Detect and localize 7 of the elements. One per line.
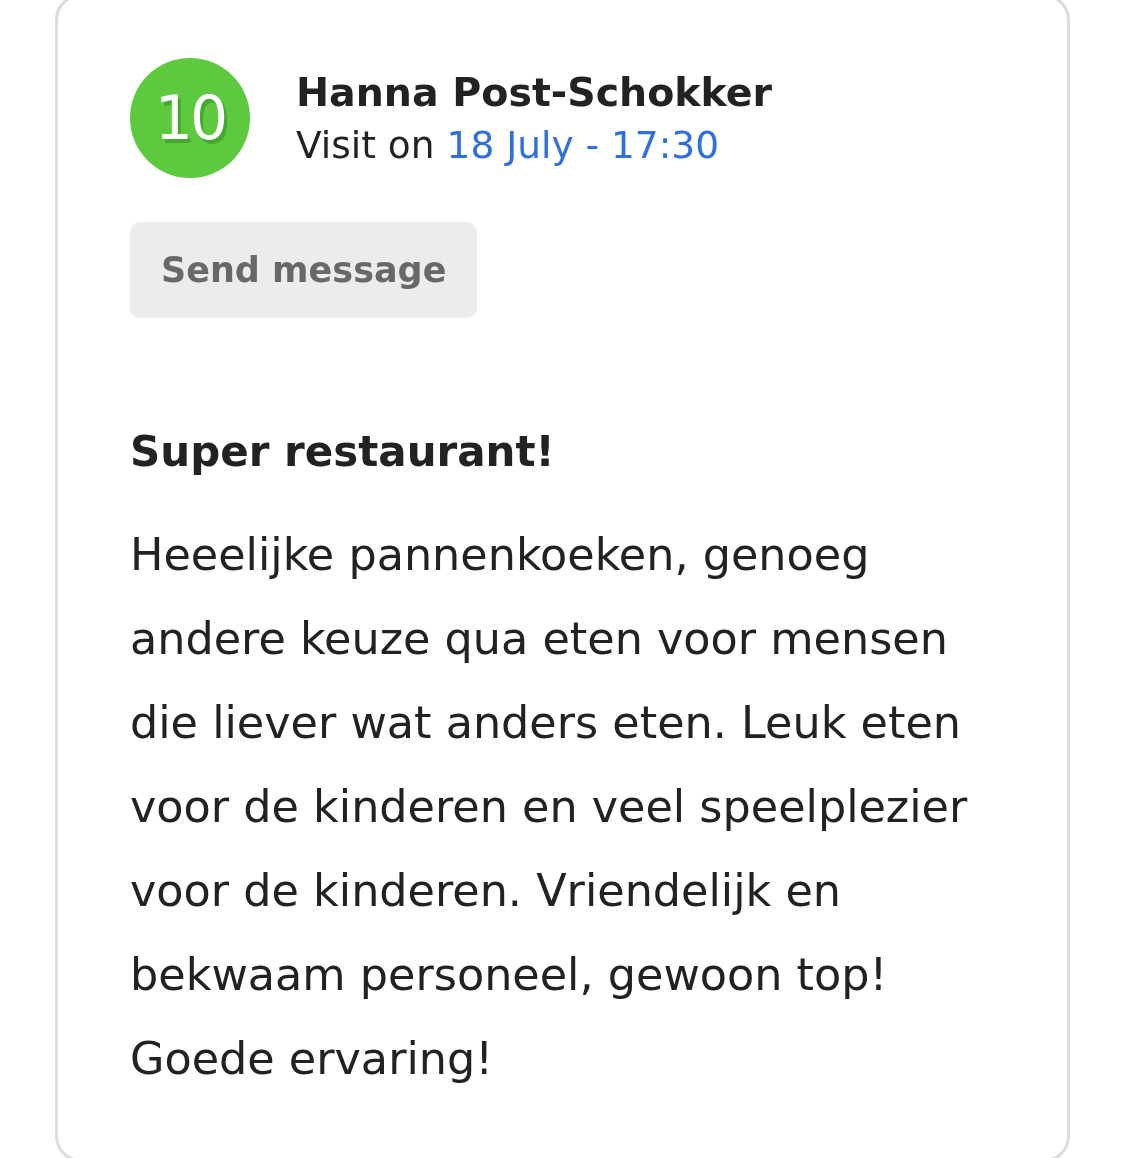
visit-label: Visit on: [296, 122, 435, 169]
visit-date-link[interactable]: 18 July - 17:30: [446, 120, 720, 170]
reviewer-name: Hanna Post-Schokker: [296, 68, 773, 117]
score-badge: 10: [130, 58, 250, 178]
send-message-button[interactable]: Send message: [130, 222, 478, 318]
review-title: Super restaurant!: [130, 426, 556, 478]
review-text: Heeelijke pannenkoeken, genoeg andere keuze qua eten voor mensen die liever wat anders eten. Leuk eten voor de kinderen en veel speelplezier voor de kinderen. Vriendelijk en bekwaam personeel, gewoon top! Goede ervaring!: [130, 528, 969, 1086]
